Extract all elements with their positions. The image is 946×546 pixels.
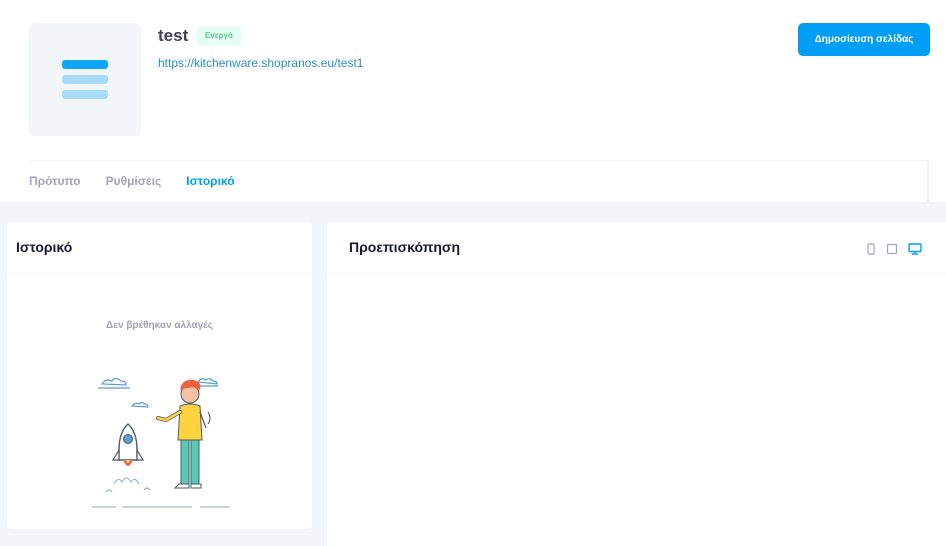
header-divider bbox=[29, 160, 929, 161]
card-separator bbox=[7, 273, 312, 274]
person-icon bbox=[156, 379, 211, 489]
empty-state-message: Δεν βρέθηκαν αλλαγές bbox=[106, 320, 213, 331]
preview-card: Προεπισκόπηση bbox=[327, 222, 946, 546]
tab-settings[interactable]: Ρυθμίσεις bbox=[106, 174, 162, 188]
page-thumbnail bbox=[29, 23, 141, 136]
smoke-icon bbox=[105, 477, 151, 493]
page-url-link[interactable]: https://kitchenware.shopranos.eu/test1 bbox=[158, 56, 363, 70]
thumbnail-bar bbox=[62, 90, 108, 99]
history-title: Ιστορικό bbox=[16, 239, 73, 255]
thumbnail-bar bbox=[62, 60, 108, 69]
cloud-icon bbox=[98, 377, 130, 389]
page-header-card: test Ενεργό https://kitchenware.shoprano… bbox=[0, 0, 946, 202]
thumbnail-bar bbox=[62, 75, 108, 84]
header-scroll-edge bbox=[927, 160, 929, 202]
tab-history[interactable]: Ιστορικό bbox=[186, 174, 234, 188]
empty-state-illustration bbox=[92, 377, 230, 508]
preview-title: Προεπισκόπηση bbox=[349, 239, 461, 255]
tab-template[interactable]: Πρότυπο bbox=[29, 174, 81, 188]
mobile-icon[interactable] bbox=[866, 242, 876, 260]
publish-page-button[interactable]: Δημοσίευση σελίδας bbox=[798, 23, 930, 56]
history-card: Ιστορικό Δεν βρέθηκαν αλλαγές bbox=[7, 222, 312, 529]
page-title: test bbox=[158, 26, 189, 45]
desktop-icon[interactable] bbox=[908, 242, 922, 260]
device-switcher bbox=[866, 242, 922, 260]
cloud-icon bbox=[130, 401, 149, 408]
rocket-icon bbox=[111, 423, 145, 466]
page-tabs: Πρότυπο Ρυθμίσεις Ιστορικό bbox=[29, 174, 235, 188]
tablet-icon[interactable] bbox=[886, 242, 898, 260]
card-separator bbox=[327, 273, 946, 274]
status-badge: Ενεργό bbox=[196, 26, 242, 46]
